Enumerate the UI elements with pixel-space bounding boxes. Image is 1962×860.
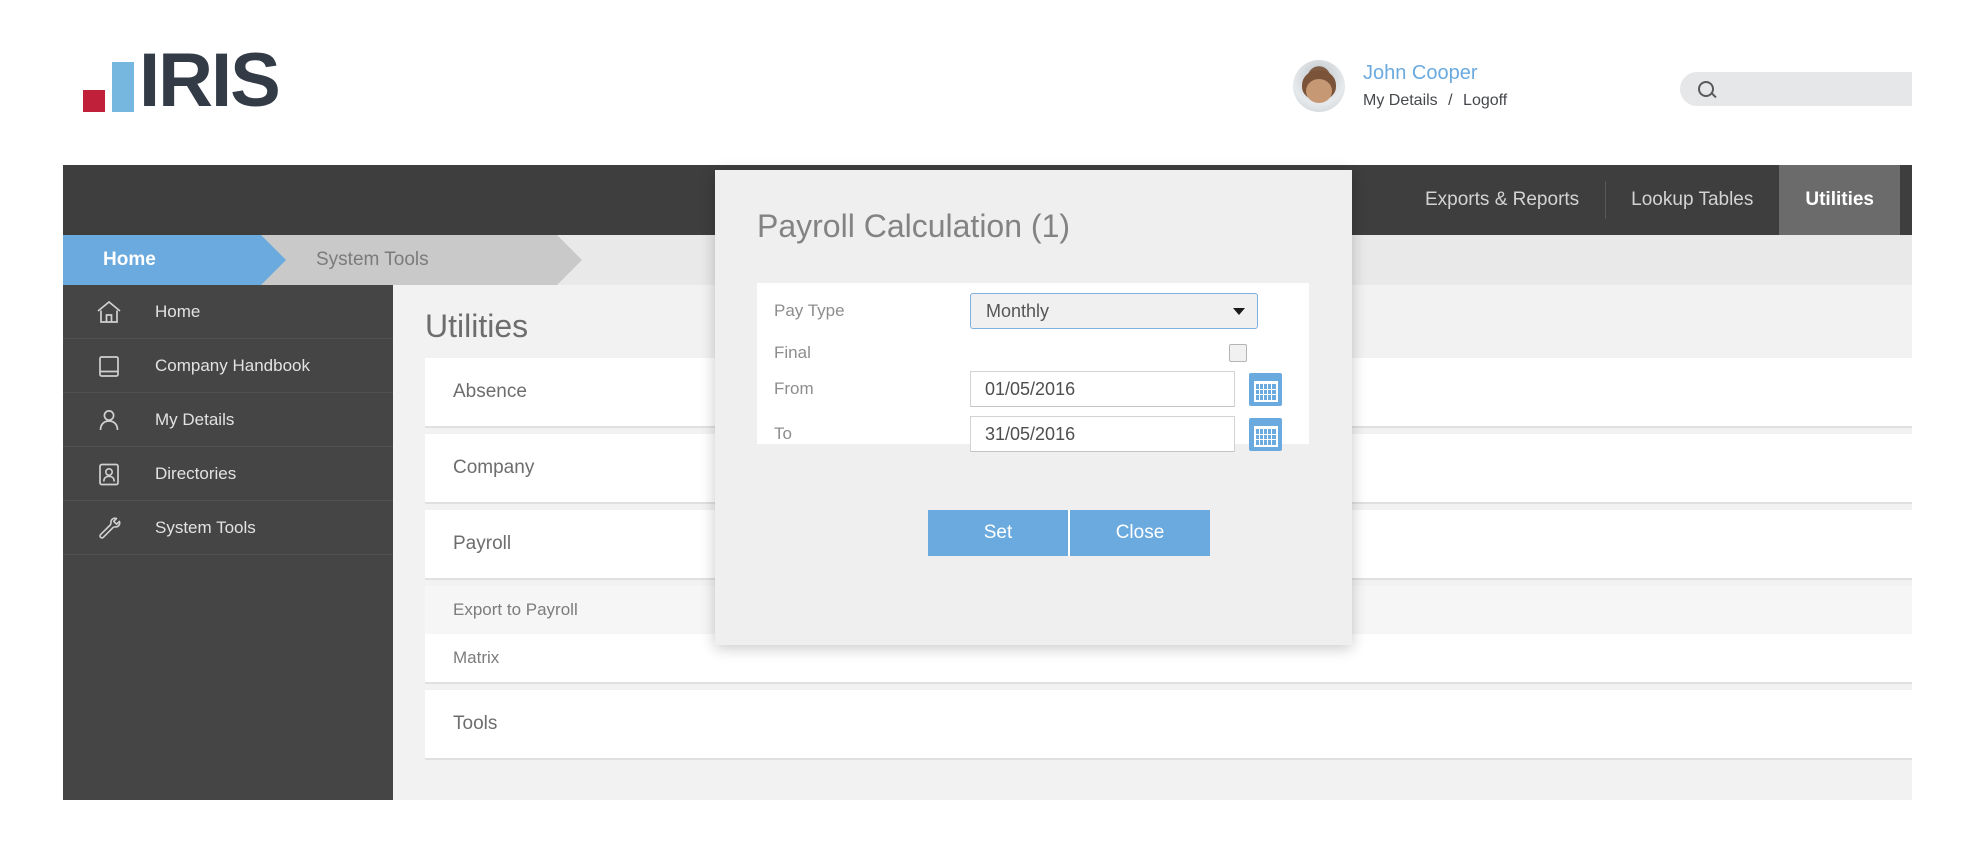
application-window: IRIS John Cooper My Details / Logoff Exp… (63, 0, 1912, 800)
logo-red-bar-icon (83, 90, 105, 112)
sidebar-filler (63, 555, 393, 800)
sidebar: Home Company Handbook My Details Directo… (63, 285, 393, 800)
final-checkbox[interactable] (1229, 344, 1247, 362)
logoff-link[interactable]: Logoff (1463, 92, 1507, 109)
pay-type-value: Monthly (986, 300, 1050, 321)
dialog-form: Pay Type Monthly Final From 01/05/2016 T… (757, 283, 1309, 452)
from-calendar-button[interactable] (1249, 372, 1282, 406)
card-row-label: Tools (453, 713, 498, 734)
chevron-down-icon (1233, 308, 1245, 315)
to-date-value: 31/05/2016 (985, 423, 1076, 444)
card-tools[interactable]: Tools (425, 690, 1912, 758)
id-card-icon (63, 460, 155, 488)
wrench-icon (63, 514, 155, 542)
sidebar-item-label: Home (155, 301, 201, 321)
sidebar-item-company-handbook[interactable]: Company Handbook (63, 339, 393, 393)
nav-item-exports-reports[interactable]: Exports & Reports (1399, 165, 1605, 235)
form-row-pay-type: Pay Type Monthly (757, 291, 1309, 331)
nav-item-utilities[interactable]: Utilities (1779, 165, 1900, 235)
dialog-buttons: Set Close (928, 510, 1210, 556)
page-title: Utilities (425, 308, 529, 344)
dialog-title: Payroll Calculation (1) (757, 208, 1071, 244)
calendar-icon (1253, 426, 1278, 447)
nav-item-lookup-tables[interactable]: Lookup Tables (1605, 165, 1779, 235)
breadcrumb-item-system-tools[interactable]: System Tools (261, 235, 582, 285)
sidebar-item-my-details[interactable]: My Details (63, 393, 393, 447)
sidebar-item-label: System Tools (155, 517, 256, 537)
book-icon (63, 352, 155, 380)
sidebar-item-home[interactable]: Home (63, 285, 393, 339)
calendar-icon (1253, 381, 1278, 402)
pay-type-select[interactable]: Monthly (970, 293, 1258, 329)
final-label: Final (774, 343, 811, 362)
search-icon (1698, 81, 1714, 97)
breadcrumb-label: Home (103, 249, 156, 270)
logo-wordmark: IRIS (139, 37, 281, 123)
to-label: To (774, 424, 792, 443)
form-row-from: From 01/05/2016 (757, 369, 1309, 409)
to-date-input[interactable]: 31/05/2016 (970, 416, 1235, 452)
close-button[interactable]: Close (1068, 510, 1210, 556)
sidebar-item-label: My Details (155, 409, 235, 429)
sub-item-label: Export to Payroll (453, 600, 578, 619)
sidebar-item-system-tools[interactable]: System Tools (63, 501, 393, 555)
user-account-block: John Cooper My Details / Logoff (1293, 60, 1507, 112)
sub-item-label: Matrix (453, 648, 500, 667)
breadcrumb-arrow-icon (261, 235, 286, 285)
breadcrumb-arrow-icon (557, 235, 582, 285)
nav-label: Utilities (1805, 189, 1874, 210)
search-input[interactable] (1680, 72, 1912, 106)
breadcrumb-item-home[interactable]: Home (63, 235, 286, 285)
home-icon (63, 298, 155, 326)
from-label: From (774, 379, 814, 398)
user-text-block: John Cooper My Details / Logoff (1363, 60, 1507, 112)
payroll-calculation-dialog: Payroll Calculation (1) Pay Type Monthly… (715, 170, 1352, 645)
from-date-value: 01/05/2016 (985, 378, 1076, 399)
person-icon (63, 406, 155, 434)
page-header: IRIS John Cooper My Details / Logoff (63, 0, 1912, 165)
user-links: My Details / Logoff (1363, 90, 1507, 112)
logo-blue-bar-icon (112, 62, 134, 112)
from-date-input[interactable]: 01/05/2016 (970, 371, 1235, 407)
nav-label: Exports & Reports (1425, 189, 1580, 210)
nav-label: Lookup Tables (1631, 189, 1754, 210)
pay-type-label: Pay Type (774, 301, 845, 320)
sidebar-item-directories[interactable]: Directories (63, 447, 393, 501)
my-details-link[interactable]: My Details (1363, 92, 1438, 109)
breadcrumb-label: System Tools (316, 249, 429, 270)
avatar[interactable] (1293, 60, 1345, 112)
form-row-to: To 31/05/2016 (757, 414, 1309, 454)
to-calendar-button[interactable] (1249, 417, 1282, 451)
form-row-final: Final (757, 333, 1309, 373)
iris-logo: IRIS (83, 37, 281, 123)
user-name: John Cooper (1363, 62, 1478, 85)
sidebar-item-label: Directories (155, 463, 237, 483)
link-separator: / (1448, 92, 1453, 110)
sidebar-item-label: Company Handbook (155, 355, 310, 375)
set-button[interactable]: Set (928, 510, 1068, 556)
